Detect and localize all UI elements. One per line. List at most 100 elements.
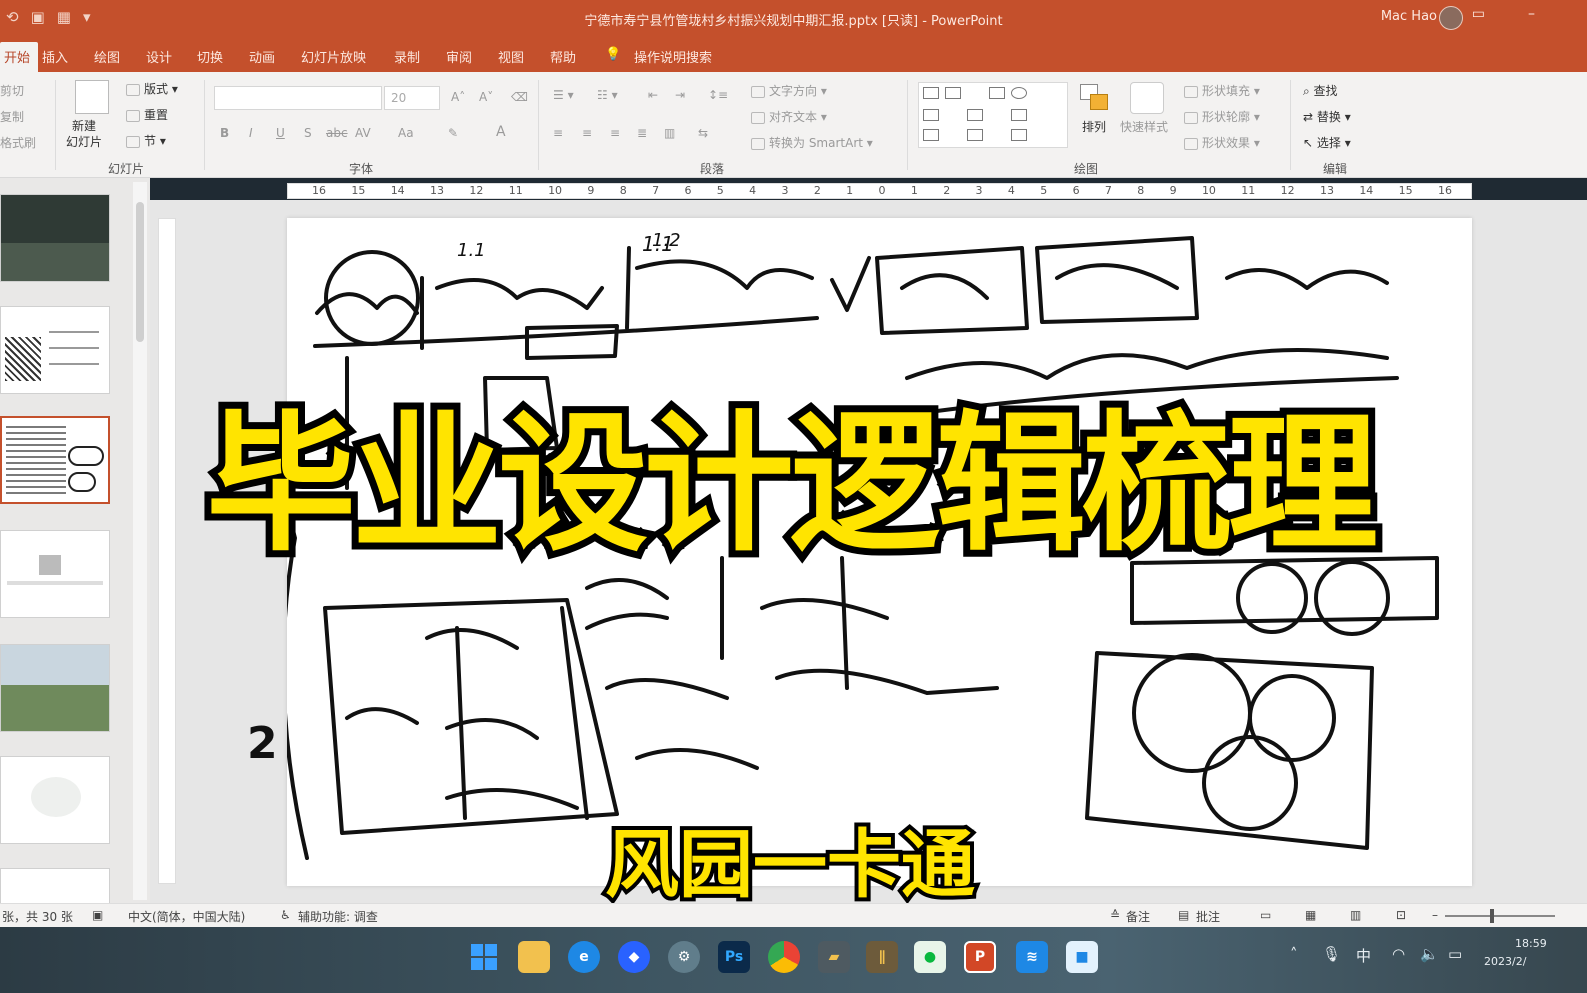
find-button[interactable]: 查找 xyxy=(1314,84,1338,98)
cut-button[interactable]: 剪切 xyxy=(0,82,24,99)
char-spacing-button[interactable]: AV xyxy=(355,126,371,140)
shape-effects-button[interactable]: 形状效果 xyxy=(1202,136,1250,150)
format-painter-button[interactable]: 格式刷 xyxy=(0,134,36,151)
ribbon-display-icon[interactable]: ▭ xyxy=(1472,6,1485,22)
layout-button[interactable]: 版式 xyxy=(144,82,168,96)
change-case-button[interactable]: Aa xyxy=(398,126,414,140)
tab-record[interactable]: 录制 xyxy=(394,47,420,66)
slide-thumbnail[interactable] xyxy=(0,868,110,908)
columns-icon[interactable]: ▥ xyxy=(664,126,675,140)
tab-slideshow[interactable]: 幻灯片放映 xyxy=(301,47,366,66)
direction-icon[interactable]: ⇆ xyxy=(698,126,708,140)
arrange-button[interactable]: 排列 xyxy=(1082,118,1106,135)
edge-icon[interactable]: e xyxy=(568,941,600,973)
new-slide-button[interactable]: 新建 幻灯片 xyxy=(66,118,102,150)
numbering-icon[interactable]: ☷ ▾ xyxy=(597,88,618,102)
new-slide-icon[interactable] xyxy=(75,80,109,114)
powerpoint-icon[interactable]: P xyxy=(964,941,996,973)
windows-start-icon[interactable] xyxy=(468,941,500,973)
avatar[interactable] xyxy=(1439,6,1463,30)
language-status[interactable]: 中文(简体，中国大陆) xyxy=(128,908,245,925)
tab-transitions[interactable]: 切换 xyxy=(197,47,223,66)
tab-design[interactable]: 设计 xyxy=(146,47,172,66)
decrease-indent-icon[interactable]: ⇤ xyxy=(648,88,658,102)
app-blue-2-icon[interactable]: ≋ xyxy=(1016,941,1048,973)
align-right-icon[interactable]: ≡ xyxy=(610,126,620,140)
shapes-gallery[interactable] xyxy=(918,82,1068,148)
tab-view[interactable]: 视图 xyxy=(498,47,524,66)
copy-button[interactable]: 复制 xyxy=(0,108,24,125)
slide-thumbnail-selected[interactable] xyxy=(0,416,110,504)
comments-button[interactable]: 批注 xyxy=(1196,908,1220,925)
zoom-out-icon[interactable]: – xyxy=(1432,908,1438,922)
clear-format-icon[interactable]: ⌫ xyxy=(511,90,528,104)
microphone-icon[interactable]: 🎙 xyxy=(1322,945,1341,963)
smartart-button[interactable]: 转换为 SmartArt xyxy=(769,136,863,150)
zoom-slider[interactable] xyxy=(1445,915,1555,917)
shape-fill-button[interactable]: 形状填充 xyxy=(1202,84,1250,98)
tab-home[interactable]: 开始 xyxy=(0,42,39,72)
highlight-icon[interactable]: ✎ xyxy=(448,126,458,140)
slide-sorter-icon[interactable]: ▦ xyxy=(1305,908,1316,922)
select-button[interactable]: 选择 xyxy=(1317,136,1341,150)
quick-styles-button[interactable]: 快速样式 xyxy=(1120,118,1168,135)
align-center-icon[interactable]: ≡ xyxy=(582,126,592,140)
slide-thumbnail[interactable] xyxy=(0,194,110,282)
accessibility-status[interactable]: 辅助功能: 调查 xyxy=(298,908,378,925)
tell-me-search[interactable]: 操作说明搜索 xyxy=(634,47,712,66)
chevron-up-icon[interactable]: ˄ xyxy=(1290,945,1298,963)
font-size-field[interactable]: 20 xyxy=(384,86,440,110)
strikethrough-button[interactable]: abc xyxy=(326,126,348,140)
clock-time[interactable]: 18:59 xyxy=(1515,937,1547,950)
align-left-icon[interactable]: ≡ xyxy=(553,126,563,140)
reset-button[interactable]: 重置 xyxy=(144,108,168,122)
slide-thumbnail[interactable] xyxy=(0,306,110,394)
text-direction-button[interactable]: 文字方向 xyxy=(769,84,817,98)
italic-button[interactable]: I xyxy=(249,126,253,140)
ime-indicator[interactable]: 中 xyxy=(1356,945,1371,966)
wifi-icon[interactable]: ◠ xyxy=(1392,945,1405,963)
zoom-slider-handle[interactable] xyxy=(1490,909,1494,923)
slide-thumbnail[interactable] xyxy=(0,530,110,618)
settings-icon[interactable]: ⚙ xyxy=(668,941,700,973)
align-text-button[interactable]: 对齐文本 xyxy=(769,110,817,124)
shape-outline-button[interactable]: 形状轮廓 xyxy=(1202,110,1250,124)
tab-help[interactable]: 帮助 xyxy=(550,47,576,66)
tab-draw[interactable]: 绘图 xyxy=(94,47,120,66)
slide-thumbnail[interactable] xyxy=(0,756,110,844)
shadow-button[interactable]: S xyxy=(304,126,312,140)
stripes-app-icon[interactable]: ∥ xyxy=(866,941,898,973)
clock-date[interactable]: 2023/2/ xyxy=(1484,955,1526,968)
slideshow-icon[interactable]: ⊡ xyxy=(1396,908,1406,922)
minimize-button[interactable]: – xyxy=(1528,6,1535,22)
replace-button[interactable]: 替换 xyxy=(1317,110,1341,124)
app-blue-icon[interactable]: ◆ xyxy=(618,941,650,973)
bullets-icon[interactable]: ☰ ▾ xyxy=(553,88,574,102)
slide-thumbnail[interactable] xyxy=(0,644,110,732)
user-name[interactable]: Mac Hao xyxy=(1381,9,1437,24)
photoshop-icon[interactable]: Ps xyxy=(718,941,750,973)
tab-insert[interactable]: 插入 xyxy=(42,47,68,66)
bold-button[interactable]: B xyxy=(220,126,229,140)
folder-app-icon[interactable]: ▰ xyxy=(818,941,850,973)
increase-indent-icon[interactable]: ⇥ xyxy=(675,88,685,102)
font-color-button[interactable]: A xyxy=(496,124,506,140)
normal-view-icon[interactable]: ▭ xyxy=(1260,908,1271,922)
notes-button[interactable]: 备注 xyxy=(1126,908,1150,925)
justify-icon[interactable]: ≣ xyxy=(637,126,647,140)
tab-animations[interactable]: 动画 xyxy=(249,47,275,66)
grow-font-icon[interactable]: A˄ xyxy=(451,90,465,104)
spellcheck-icon[interactable]: ▣ xyxy=(92,908,103,922)
font-name-field[interactable] xyxy=(214,86,382,110)
chrome-icon[interactable] xyxy=(768,941,800,973)
battery-icon[interactable]: ▭ xyxy=(1448,945,1462,963)
wechat-icon[interactable]: ● xyxy=(914,941,946,973)
file-explorer-icon[interactable] xyxy=(518,941,550,973)
app-square-icon[interactable]: ■ xyxy=(1066,941,1098,973)
shrink-font-icon[interactable]: A˅ xyxy=(479,90,493,104)
volume-icon[interactable]: 🔈 xyxy=(1420,945,1439,963)
reading-view-icon[interactable]: ▥ xyxy=(1350,908,1361,922)
underline-button[interactable]: U xyxy=(276,126,285,140)
section-button[interactable]: 节 xyxy=(144,134,156,148)
slide-count[interactable]: 张，共 30 张 xyxy=(2,908,73,925)
